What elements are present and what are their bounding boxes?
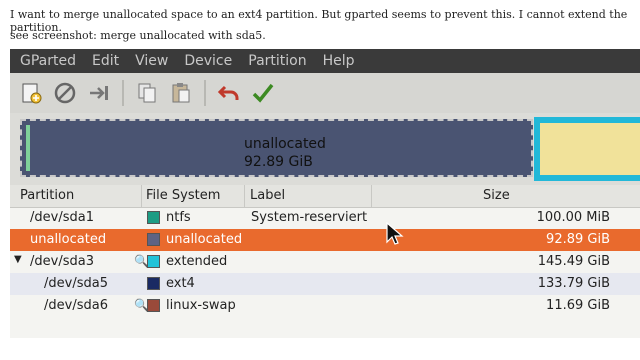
unallocated-block-label: unallocated 92.89 GiB (244, 135, 326, 171)
menu-partition[interactable]: Partition (248, 53, 306, 69)
partition-name: /dev/sda5 (44, 276, 108, 291)
partition-size: 100.00 MiB (536, 210, 610, 225)
menu-device[interactable]: Device (184, 53, 232, 69)
unallocated-label: unallocated (244, 136, 326, 152)
table-row[interactable]: ▼ /dev/sda3 🔍 extended 145.49 GiB (10, 251, 640, 273)
header-label[interactable]: Label (250, 188, 285, 203)
collapse-arrow-icon[interactable]: ▼ (14, 254, 22, 265)
copy-icon (138, 83, 156, 103)
filesystem-name: ntfs (166, 210, 191, 225)
filesystem-name: unallocated (166, 232, 243, 247)
filesystem-color-swatch (147, 277, 160, 290)
extended-partition-block[interactable] (534, 117, 640, 181)
toolbar-separator (204, 80, 206, 106)
unallocated-block[interactable]: unallocated 92.89 GiB (20, 119, 533, 177)
disk-map: unallocated 92.89 GiB (10, 113, 640, 185)
filesystem-name: extended (166, 254, 228, 269)
partition-size: 145.49 GiB (537, 254, 610, 269)
partition-name: /dev/sda6 (44, 298, 108, 313)
new-partition-icon (22, 83, 42, 104)
undo-icon (217, 85, 239, 100)
resize-move-icon (90, 86, 108, 100)
menu-bar: GParted Edit View Device Partition Help (10, 49, 640, 73)
table-row-selected[interactable]: unallocated unallocated 92.89 GiB (10, 229, 640, 251)
resize-move-button[interactable] (86, 80, 112, 106)
menu-gparted[interactable]: GParted (20, 53, 76, 69)
table-row[interactable]: /dev/sda6 🔍 linux-swap 11.69 GiB (10, 295, 640, 317)
menu-view[interactable]: View (135, 53, 168, 69)
partition-name: /dev/sda3 (30, 254, 94, 269)
table-row[interactable]: /dev/sda5 ext4 133.79 GiB (10, 273, 640, 295)
paste-button[interactable] (168, 80, 194, 106)
filesystem-color-swatch (147, 299, 160, 312)
delete-partition-button[interactable] (52, 80, 78, 106)
apply-button[interactable] (250, 80, 276, 106)
copy-button[interactable] (134, 80, 160, 106)
unallocated-size: 92.89 GiB (244, 154, 313, 170)
partition-size: 11.69 GiB (546, 298, 610, 313)
menu-edit[interactable]: Edit (92, 53, 119, 69)
selection-marker (26, 125, 30, 171)
table-header: Partition File System Label Size (10, 185, 640, 208)
filesystem-name: linux-swap (166, 298, 236, 313)
table-row[interactable]: /dev/sda1 ntfs System-reserviert 100.00 … (10, 207, 640, 229)
mouse-cursor-icon (386, 222, 404, 245)
filesystem-color-swatch (147, 233, 160, 246)
undo-button[interactable] (216, 80, 242, 106)
menu-help[interactable]: Help (323, 53, 355, 69)
column-separator (244, 185, 245, 207)
partition-size: 92.89 GiB (546, 232, 610, 247)
header-partition[interactable]: Partition (20, 188, 74, 203)
column-separator (371, 185, 372, 207)
partition-table: Partition File System Label Size /dev/sd… (10, 185, 640, 338)
partition-name: /dev/sda1 (30, 210, 94, 225)
header-size[interactable]: Size (483, 188, 510, 203)
checkmark-icon (252, 83, 274, 103)
header-filesystem[interactable]: File System (146, 188, 220, 203)
filesystem-color-swatch (147, 255, 160, 268)
new-partition-button[interactable] (18, 80, 44, 106)
sda5-block[interactable] (540, 123, 640, 175)
partition-label: System-reserviert (251, 210, 368, 225)
gparted-screenshot: GParted Edit View Device Partition Help (10, 49, 640, 338)
partition-name: unallocated (30, 232, 107, 247)
filesystem-name: ext4 (166, 276, 195, 291)
filesystem-color-swatch (147, 211, 160, 224)
toolbar-separator (122, 80, 124, 106)
column-separator (141, 185, 142, 207)
paste-icon (172, 83, 190, 103)
toolbar (10, 73, 640, 113)
delete-icon (54, 82, 76, 104)
partition-size: 133.79 GiB (537, 276, 610, 291)
intro-text-2: see screenshot: merge unallocated with s… (10, 29, 266, 42)
